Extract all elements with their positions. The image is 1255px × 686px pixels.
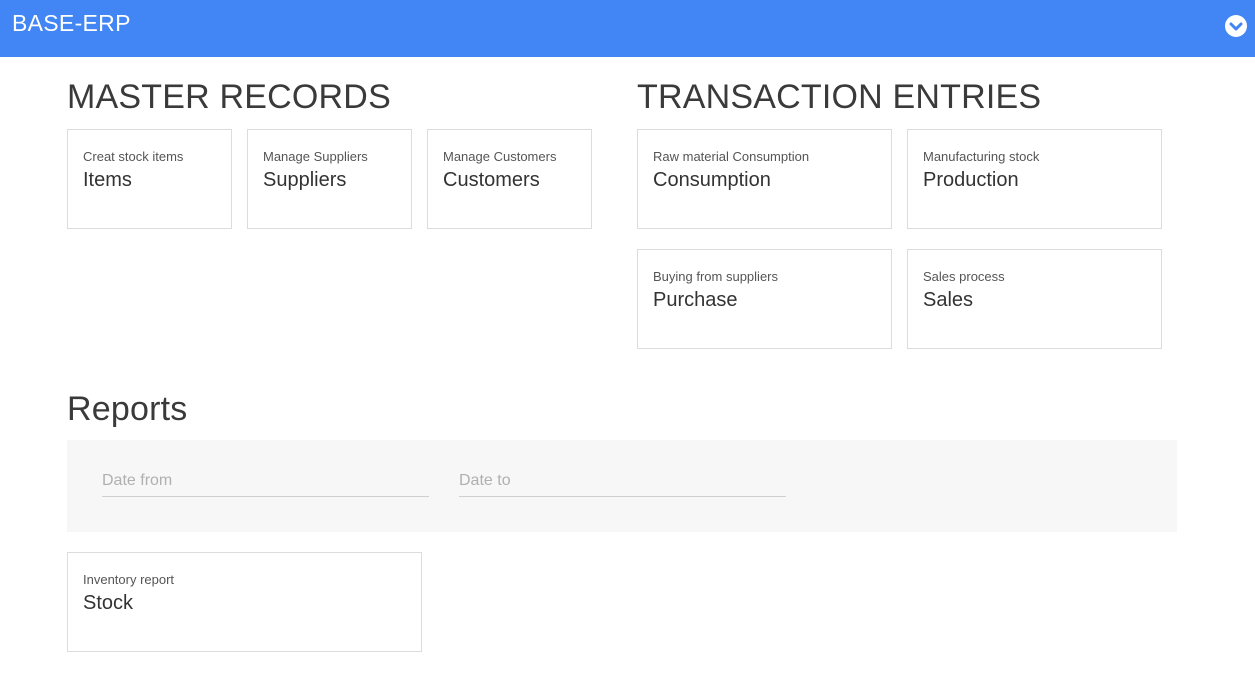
card-title: Purchase [653,289,738,311]
card-title: Production [923,169,1019,191]
card-subtitle: Manage Suppliers [263,149,368,164]
card-subtitle: Creat stock items [83,149,184,164]
card-title: Items [83,169,132,191]
top-app-bar: BASE-ERP [0,0,1255,57]
card-subtitle: Manufacturing stock [923,149,1040,164]
master-records-heading: MASTER RECORDS [67,78,391,116]
card-subtitle: Raw material Consumption [653,149,810,164]
date-to-input[interactable] [459,466,786,497]
card-consumption[interactable]: Raw material Consumption Consumption [637,129,892,229]
card-suppliers[interactable]: Manage Suppliers Suppliers [247,129,412,229]
date-from-input[interactable] [102,466,429,497]
card-purchase[interactable]: Buying from suppliers Purchase [637,249,892,349]
reports-heading: Reports [67,390,188,428]
report-filter-panel [67,440,1177,532]
chevron-down-circle-icon[interactable] [1225,15,1247,37]
card-subtitle: Inventory report [83,572,175,587]
transaction-entries-heading: TRANSACTION ENTRIES [637,78,1042,116]
card-sales[interactable]: Sales process Sales [907,249,1162,349]
card-title: Stock [83,592,134,614]
card-items[interactable]: Creat stock items Items [67,129,232,229]
card-title: Suppliers [263,169,347,191]
card-customers[interactable]: Manage Customers Customers [427,129,592,229]
card-subtitle: Buying from suppliers [653,269,778,284]
card-subtitle: Sales process [923,269,1005,284]
card-title: Customers [443,169,540,191]
card-stock-report[interactable]: Inventory report Stock [67,552,422,652]
card-title: Sales [923,289,974,311]
card-production[interactable]: Manufacturing stock Production [907,129,1162,229]
app-title: BASE-ERP [12,10,131,36]
card-subtitle: Manage Customers [443,149,557,164]
card-title: Consumption [653,169,771,191]
